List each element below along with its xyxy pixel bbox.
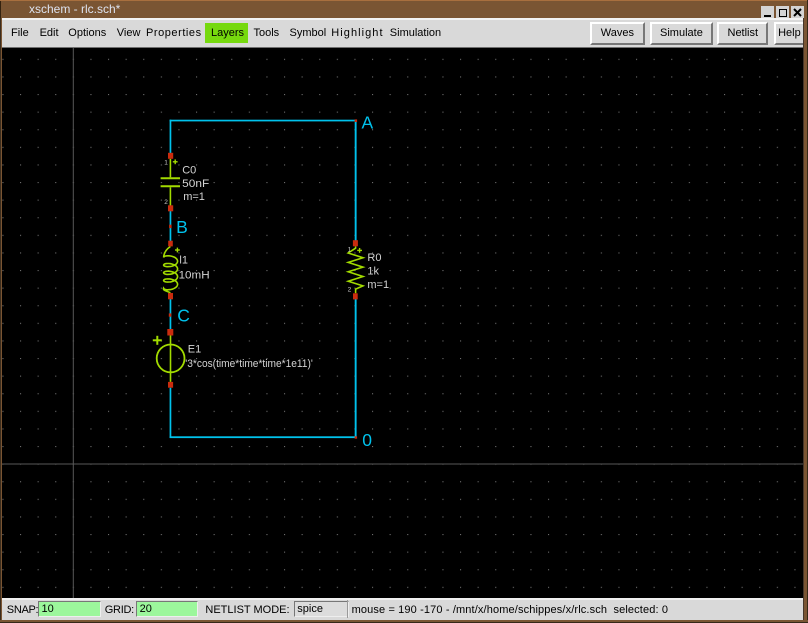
svg-text:m=1: m=1 xyxy=(183,191,205,203)
svg-text:1k: 1k xyxy=(367,266,379,278)
svg-text:1: 1 xyxy=(348,247,352,254)
svg-text:C: C xyxy=(177,305,190,325)
svg-text:10mH: 10mH xyxy=(179,270,210,282)
svg-text:2: 2 xyxy=(348,286,352,293)
svg-text:2: 2 xyxy=(164,199,168,206)
svg-text:0: 0 xyxy=(362,430,372,450)
svg-text:E1: E1 xyxy=(188,344,201,356)
svg-text:l1: l1 xyxy=(179,255,188,267)
svg-text:50nF: 50nF xyxy=(182,178,209,190)
svg-text:C0: C0 xyxy=(182,164,196,176)
svg-text:R0: R0 xyxy=(367,252,381,264)
svg-text:m=1: m=1 xyxy=(367,279,389,291)
svg-text:1: 1 xyxy=(164,159,168,166)
svg-text:'3*cos(time*time*time*1e11)': '3*cos(time*time*time*1e11)' xyxy=(185,358,312,370)
svg-text:B: B xyxy=(176,217,188,237)
svg-text:A: A xyxy=(362,112,374,132)
